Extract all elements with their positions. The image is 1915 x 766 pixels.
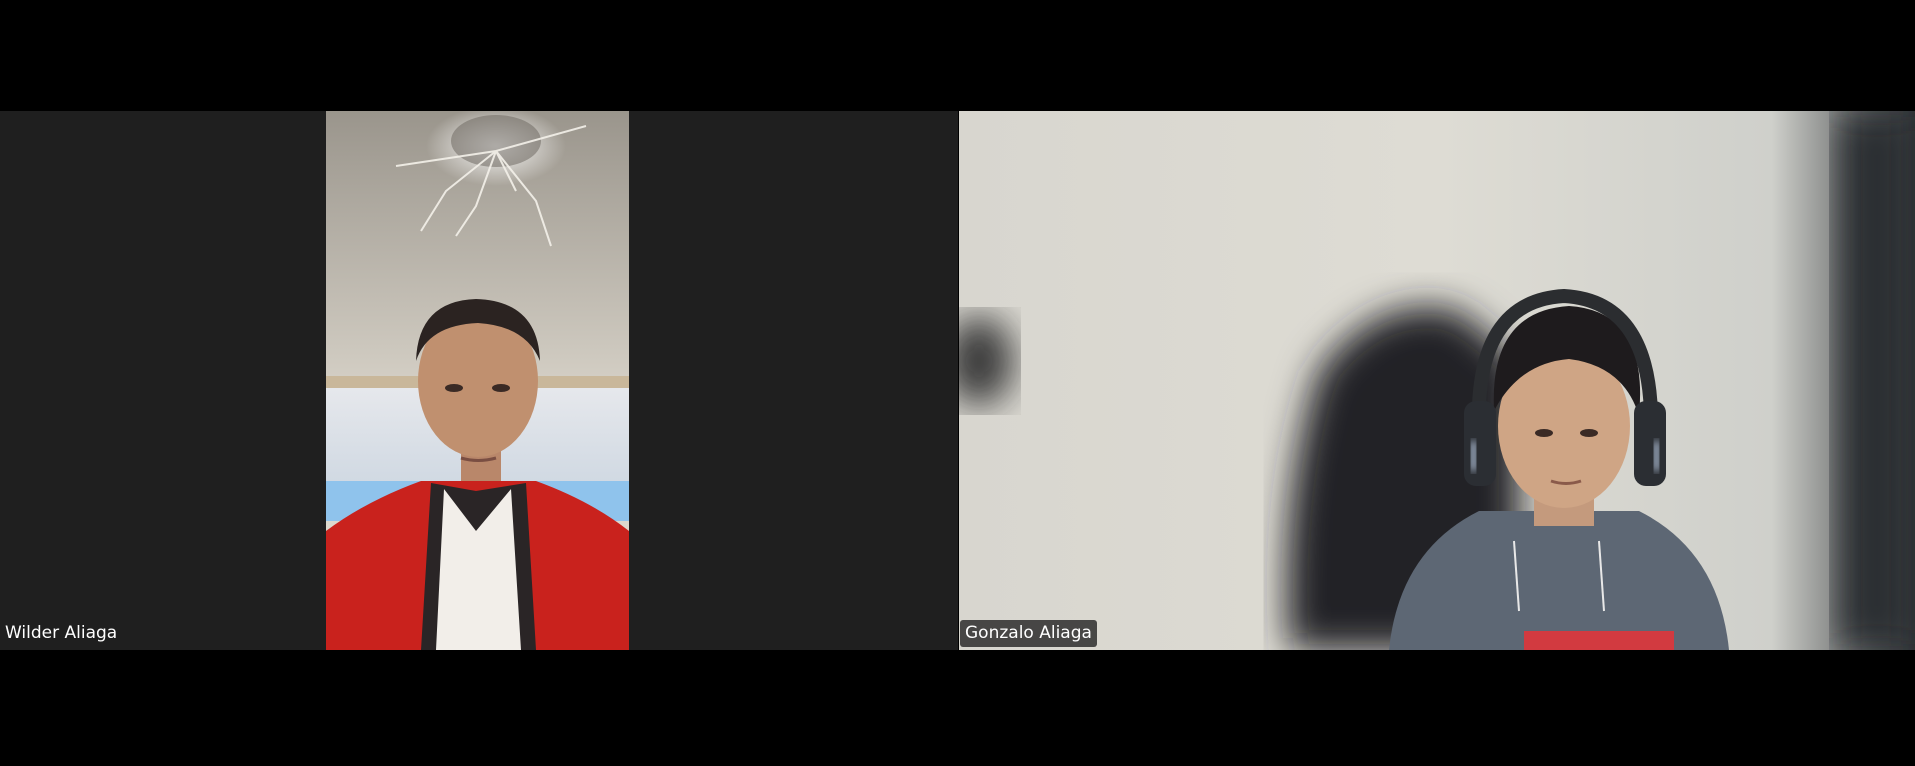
- participant-video-landscape: [959, 111, 1915, 650]
- video-call-window: Wilder Aliaga Gonzalo Aliaga: [0, 0, 1915, 766]
- participant-tile-wilder[interactable]: Wilder Aliaga: [0, 111, 958, 650]
- participant-name-label: Wilder Aliaga: [5, 623, 118, 643]
- video-feed-graphic: [959, 111, 1915, 650]
- video-feed-graphic: [326, 111, 629, 650]
- participant-video-portrait: [326, 111, 629, 650]
- gallery-view: Wilder Aliaga Gonzalo Aliaga: [0, 111, 1915, 650]
- participant-name-label: Gonzalo Aliaga: [960, 620, 1097, 647]
- participant-tile-gonzalo[interactable]: Gonzalo Aliaga: [959, 111, 1915, 650]
